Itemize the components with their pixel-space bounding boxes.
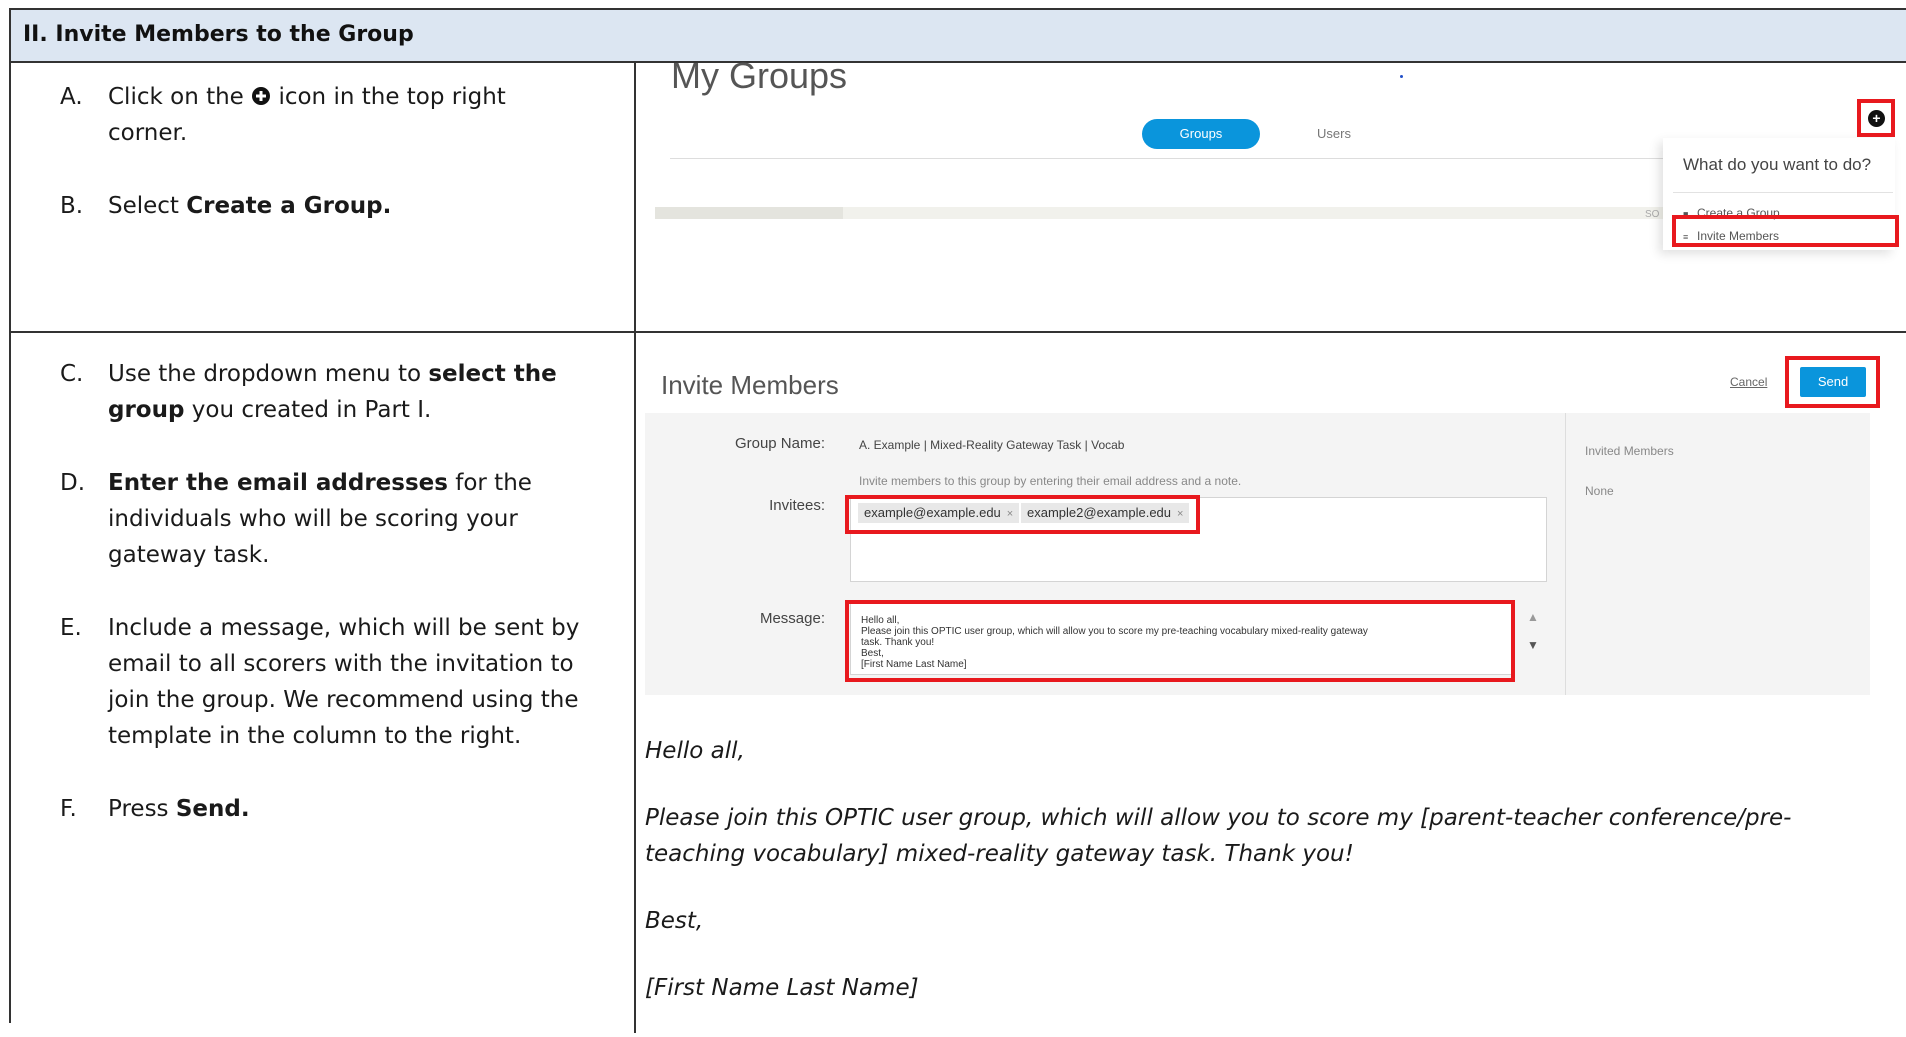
- send-button-highlight: Send: [1785, 356, 1880, 408]
- template-greeting: Hello all,: [645, 738, 745, 764]
- partial-label: SO: [1645, 209, 1660, 220]
- template-closing: Best,: [645, 908, 704, 934]
- plus-circle-icon: [252, 87, 271, 105]
- invited-members-label: Invited Members: [1585, 444, 1674, 458]
- menu-title: What do you want to do?: [1683, 155, 1872, 174]
- my-groups-title: My Groups: [671, 55, 848, 96]
- invite-members-title: Invite Members: [661, 370, 839, 400]
- step-d: D. Enter the email addresses for the ind…: [60, 470, 532, 568]
- panel-divider: [1565, 413, 1566, 695]
- column-divider: [634, 63, 636, 1033]
- steps-list-row2: C. Use the dropdown menu to select the g…: [60, 356, 588, 864]
- template-signature: [First Name Last Name]: [645, 975, 919, 1001]
- highlight-box: [845, 600, 1515, 682]
- send-button[interactable]: Send: [1800, 367, 1866, 397]
- scroll-arrows[interactable]: ▲ ▼: [1522, 610, 1544, 665]
- invited-members-value: None: [1585, 484, 1614, 498]
- group-name-label: Group Name:: [734, 435, 825, 452]
- plus-circle-icon[interactable]: +: [1868, 110, 1885, 127]
- message-template: Hello all, Please join this OPTIC user g…: [645, 733, 1875, 1037]
- divider: [670, 158, 1690, 159]
- list-bar-segment: [655, 207, 843, 219]
- invitees-label: Invitees:: [769, 497, 825, 514]
- my-groups-screenshot: My Groups Groups Users SO What do you wa…: [645, 35, 1899, 250]
- menu-divider: [1673, 192, 1893, 193]
- stray-dot: [1400, 75, 1403, 78]
- tab-users[interactable]: Users: [1317, 126, 1351, 141]
- chevron-up-icon[interactable]: ▲: [1522, 610, 1544, 624]
- cancel-link[interactable]: Cancel: [1730, 375, 1767, 389]
- step-e: E. Include a message, which will be sent…: [60, 615, 580, 749]
- add-button-highlight[interactable]: +: [1857, 99, 1895, 137]
- steps-list-row1: A. Click on the icon in the top right co…: [60, 79, 588, 261]
- step-f: F. Press Send.: [60, 796, 250, 822]
- message-label: Message:: [759, 610, 825, 627]
- invite-hint: Invite members to this group by entering…: [859, 474, 1242, 488]
- chevron-down-icon[interactable]: ▼: [1522, 638, 1544, 652]
- highlight-box: [1672, 215, 1899, 247]
- group-name-value[interactable]: A. Example | Mixed-Reality Gateway Task …: [859, 438, 1124, 452]
- template-body: Please join this OPTIC user group, which…: [645, 805, 1792, 867]
- step-b: B. Select Create a Group.: [60, 193, 392, 219]
- tab-groups[interactable]: Groups: [1142, 119, 1260, 149]
- highlight-box: [845, 495, 1200, 534]
- section-title: II. Invite Members to the Group: [23, 22, 414, 47]
- invite-members-screenshot: Invite Members Cancel Send Group Name: A…: [645, 355, 1895, 695]
- step-c: C. Use the dropdown menu to select the g…: [60, 361, 557, 423]
- step-a: A. Click on the icon in the top right co…: [60, 84, 506, 146]
